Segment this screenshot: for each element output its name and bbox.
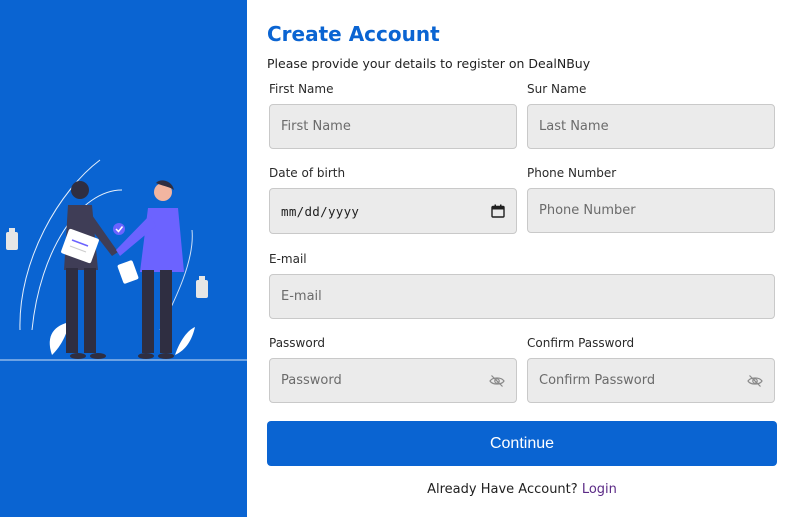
first-name-input[interactable]: First Name	[269, 104, 517, 149]
phone-input[interactable]: Phone Number	[527, 188, 775, 233]
password-label: Password	[269, 336, 326, 350]
continue-button[interactable]: Continue	[267, 421, 777, 466]
illustration-panel	[0, 0, 247, 517]
password-placeholder: Password	[281, 373, 342, 388]
last-name-input[interactable]: Last Name	[527, 104, 775, 149]
register-form: Create Account Please provide your detai…	[267, 0, 777, 517]
page-subtitle: Please provide your details to register …	[267, 56, 591, 71]
email-placeholder: E-mail	[281, 289, 322, 304]
dob-placeholder: mm/dd/yyyy	[281, 203, 360, 219]
last-name-placeholder: Last Name	[539, 119, 609, 134]
login-link[interactable]: Login	[582, 482, 617, 497]
email-label: E-mail	[269, 252, 307, 266]
first-name-placeholder: First Name	[281, 119, 351, 134]
confirm-password-input[interactable]: Confirm Password	[527, 358, 775, 403]
confirm-password-placeholder: Confirm Password	[539, 373, 656, 388]
confirm-password-label: Confirm Password	[527, 336, 635, 350]
phone-placeholder: Phone Number	[539, 203, 636, 218]
calendar-icon[interactable]	[491, 204, 505, 218]
eye-slash-icon[interactable]	[747, 374, 763, 388]
first-name-label: First Name	[269, 82, 334, 96]
login-prompt: Already Have Account? Login	[267, 482, 777, 497]
sur-name-label: Sur Name	[527, 82, 587, 96]
password-input[interactable]: Password	[269, 358, 517, 403]
eye-slash-icon[interactable]	[489, 374, 505, 388]
handshake-illustration	[0, 159, 247, 361]
login-prompt-text: Already Have Account?	[427, 482, 578, 497]
phone-label: Phone Number	[527, 166, 617, 180]
dob-input[interactable]: mm/dd/yyyy	[269, 188, 517, 234]
page-title: Create Account	[267, 22, 440, 46]
email-input[interactable]: E-mail	[269, 274, 775, 319]
dob-label: Date of birth	[269, 166, 346, 180]
